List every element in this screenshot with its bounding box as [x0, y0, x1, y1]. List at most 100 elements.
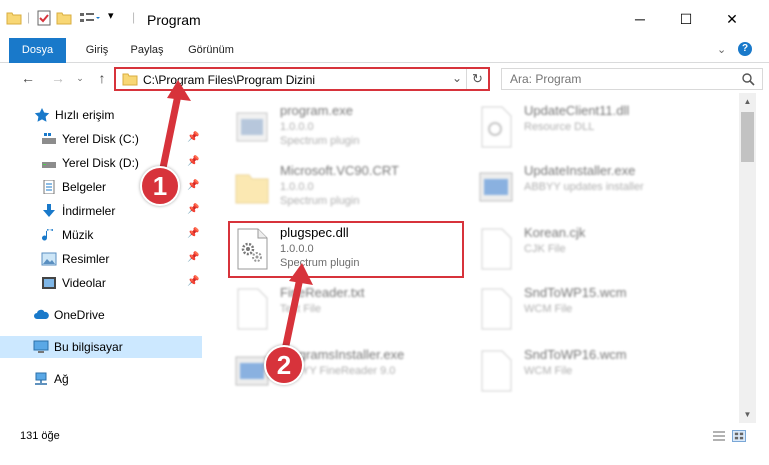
installer-icon — [479, 172, 513, 202]
sidebar-item-label: İndirmeler — [62, 204, 116, 218]
generic-file-icon — [481, 288, 512, 330]
file-item[interactable]: SndToWP16.wcm WCM File — [477, 343, 722, 401]
status-bar: 131 öğe — [0, 423, 769, 465]
file-description: Resource DLL — [524, 121, 595, 133]
sidebar-item-label: Ağ — [54, 372, 69, 386]
callout-2: 2 — [264, 345, 304, 385]
music-icon — [42, 229, 53, 241]
file-description: CJK File — [524, 243, 566, 255]
tab-share[interactable]: Paylaş — [122, 38, 172, 63]
file-name: UpdateClient11.dll — [524, 103, 630, 118]
search-box[interactable] — [501, 68, 763, 90]
view-menu-icon[interactable] — [79, 10, 101, 26]
file-item[interactable]: Korean.cjk CJK File — [477, 221, 722, 279]
sidebar-item-quick-access[interactable]: Hızlı erişim — [0, 104, 202, 126]
text-file-icon — [237, 288, 268, 330]
file-item[interactable]: UpdateInstaller.exe ABBYY updates instal… — [477, 159, 722, 217]
file-item[interactable]: SndToWP15.wcm WCM File — [477, 281, 722, 339]
help-icon[interactable]: ? — [738, 42, 752, 56]
address-dropdown-icon[interactable]: ⌄ — [452, 71, 462, 85]
pin-icon[interactable]: 📌 — [187, 156, 199, 167]
pin-icon[interactable]: 📌 — [187, 180, 199, 191]
video-icon — [42, 277, 56, 289]
sidebar-item-this-pc[interactable]: Bu bilgisayar — [0, 336, 202, 358]
sidebar-item-label: Videolar — [62, 276, 106, 290]
new-folder-icon[interactable] — [56, 10, 72, 26]
file-name: UpdateInstaller.exe — [524, 163, 636, 178]
pin-icon[interactable]: 📌 — [187, 276, 199, 287]
forward-icon[interactable]: → — [48, 68, 68, 88]
large-icons-view-icon[interactable] — [732, 430, 746, 442]
minimize-button[interactable]: ─ — [617, 0, 663, 38]
up-icon[interactable]: ↑ — [92, 68, 112, 88]
generic-file-icon — [481, 350, 512, 392]
file-item[interactable]: program.exe 1.0.0.0 Spectrum plugin — [233, 99, 478, 157]
sidebar-item-local-disk-c[interactable]: Yerel Disk (C:) 📌 — [0, 128, 202, 150]
sidebar-item-label: OneDrive — [54, 308, 105, 322]
sidebar-item-label: Resimler — [62, 252, 110, 266]
sidebar-item-downloads[interactable]: İndirmeler 📌 — [0, 200, 202, 222]
file-name: Korean.cjk — [524, 225, 586, 240]
drive-icon — [42, 133, 56, 144]
file-item[interactable]: Microsoft.VC90.CRT 1.0.0.0 Spectrum plug… — [233, 159, 478, 217]
maximize-button[interactable]: ☐ — [663, 0, 709, 38]
file-description: ABBYY updates installer — [524, 181, 644, 193]
address-bar[interactable]: C:\Program Files\Program Dizini ⌄ ↻ — [114, 67, 490, 91]
generic-file-icon — [481, 228, 512, 270]
sidebar-item-network[interactable]: Ağ — [0, 368, 202, 390]
details-view-icon[interactable] — [712, 430, 726, 442]
search-icon[interactable] — [742, 73, 755, 86]
sidebar-item-pictures[interactable]: Resimler 📌 — [0, 248, 202, 270]
sidebar-item-label: Müzik — [62, 228, 94, 242]
recent-chevron-icon[interactable]: ⌄ — [70, 68, 90, 88]
close-button[interactable]: ✕ — [709, 0, 755, 38]
tab-view[interactable]: Görünüm — [180, 38, 242, 63]
tab-home[interactable]: Giriş — [72, 38, 122, 63]
drive-icon — [42, 162, 56, 168]
item-count: 131 öğe — [20, 430, 60, 442]
ribbon-expand-icon[interactable]: ⌄ — [717, 43, 726, 56]
download-icon — [43, 204, 55, 217]
qat-dropdown-icon[interactable]: ▾ — [108, 9, 114, 22]
file-name: SndToWP16.wcm — [524, 347, 627, 362]
file-description: WCM File — [524, 303, 573, 315]
folder-icon[interactable] — [6, 10, 22, 26]
callout-1: 1 — [140, 166, 180, 206]
cloud-icon — [34, 309, 49, 319]
network-icon — [35, 372, 47, 385]
sidebar-item-label: Yerel Disk (D:) — [62, 156, 139, 170]
back-icon[interactable]: ← — [18, 68, 38, 88]
title-separator: | — [132, 10, 136, 24]
file-name: program.exe — [280, 103, 353, 118]
ribbon-tabs: Dosya Giriş Paylaş Görünüm ⌄ ? — [0, 38, 769, 63]
sidebar-item-videos[interactable]: Videolar 📌 — [0, 272, 202, 294]
scroll-down-icon[interactable]: ▼ — [739, 406, 756, 423]
file-description: Spectrum plugin — [280, 195, 360, 207]
properties-icon[interactable] — [36, 10, 52, 26]
selection-highlight — [228, 221, 464, 278]
sidebar-item-music[interactable]: Müzik 📌 — [0, 224, 202, 246]
pin-icon[interactable]: 📌 — [187, 252, 199, 263]
file-version: 1.0.0.0 — [280, 181, 314, 193]
pin-icon[interactable]: 📌 — [187, 132, 199, 143]
sidebar-item-onedrive[interactable]: OneDrive — [0, 304, 202, 326]
file-version: 1.0.0.0 — [280, 121, 314, 133]
tab-file[interactable]: Dosya — [9, 38, 66, 63]
file-description: Text File — [280, 303, 321, 315]
exe-file-icon — [236, 112, 268, 142]
pin-icon[interactable]: 📌 — [187, 204, 199, 215]
file-item[interactable]: FineReader.txt Text File — [233, 281, 478, 339]
pin-icon[interactable]: 📌 — [187, 228, 199, 239]
file-name: SndToWP15.wcm — [524, 285, 627, 300]
folder-icon — [122, 73, 138, 86]
scroll-up-icon[interactable]: ▲ — [739, 93, 756, 110]
search-input[interactable] — [510, 72, 730, 86]
file-description: WCM File — [524, 365, 573, 377]
pictures-icon — [41, 252, 57, 266]
window-title: Program — [147, 12, 201, 28]
vertical-scrollbar[interactable]: ▲ ▼ — [739, 93, 756, 423]
scroll-thumb[interactable] — [741, 112, 754, 162]
file-item[interactable]: UpdateClient11.dll Resource DLL — [477, 99, 722, 157]
refresh-icon[interactable]: ↻ — [472, 71, 483, 87]
file-description: Spectrum plugin — [280, 135, 360, 147]
